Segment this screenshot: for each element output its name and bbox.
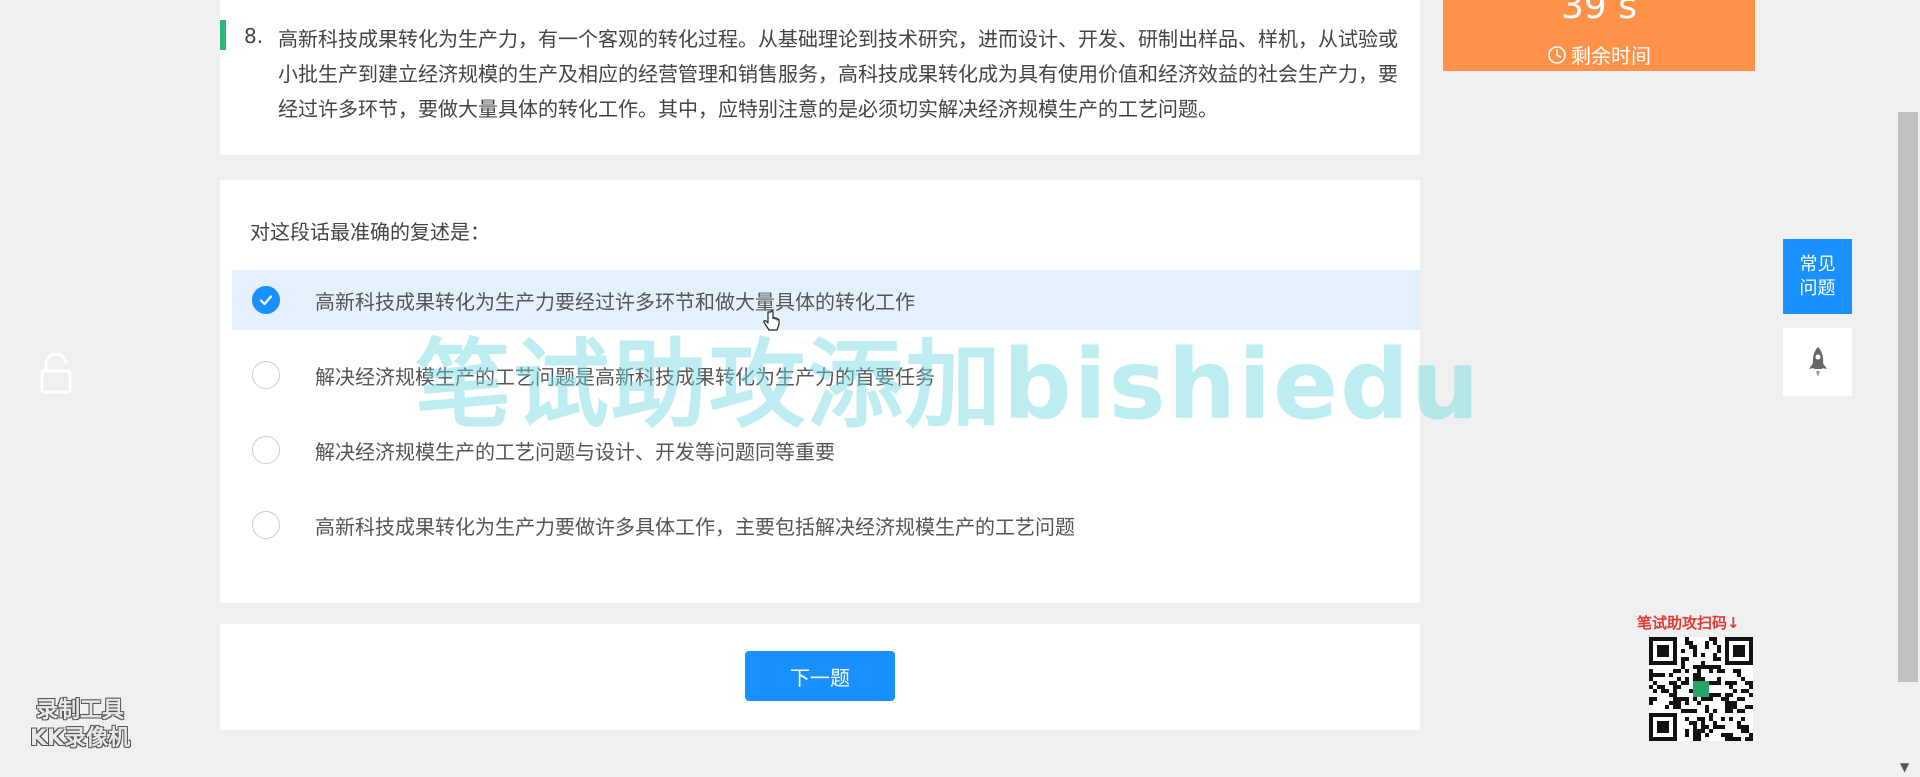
option-c[interactable]: 解决经济规模生产的工艺问题与设计、开发等问题同等重要 (232, 420, 1420, 480)
scroll-down-arrow-icon[interactable]: ▼ (1900, 760, 1909, 774)
radio-unchecked[interactable] (252, 436, 280, 464)
countdown-timer: 39 s 剩余时间 (1443, 0, 1755, 71)
qr-caption: 笔试助攻扫码↓ (1637, 614, 1740, 632)
faq-label: 常见问题 (1799, 253, 1836, 299)
clock-icon (1548, 45, 1566, 64)
option-b[interactable]: 解决经济规模生产的工艺问题是高新科技成果转化为生产力的首要任务 (232, 345, 1420, 405)
scrollbar-thumb[interactable] (1898, 112, 1918, 682)
next-card: 下一题 (220, 624, 1420, 730)
radio-checked[interactable] (252, 286, 280, 314)
radio-unchecked[interactable] (252, 361, 280, 389)
cursor-icon (763, 310, 780, 331)
option-a[interactable]: 高新科技成果转化为生产力要经过许多环节和做大量具体的转化工作 (232, 270, 1420, 330)
question-number: 8. (244, 24, 264, 48)
recorder-logo-line2: KK录像机 (30, 726, 131, 751)
question-marker (220, 20, 226, 50)
recorder-logo-line1: 录制工具 (36, 698, 125, 723)
option-label: 解决经济规模生产的工艺问题与设计、开发等问题同等重要 (315, 439, 835, 464)
option-d[interactable]: 高新科技成果转化为生产力要做许多具体工作，主要包括解决经济规模生产的工艺问题 (232, 495, 1420, 555)
next-question-button[interactable]: 下一题 (745, 651, 895, 701)
option-label: 解决经济规模生产的工艺问题是高新科技成果转化为生产力的首要任务 (315, 364, 935, 389)
rocket-icon (1808, 347, 1827, 377)
check-icon (259, 295, 273, 306)
option-label: 高新科技成果转化为生产力要做许多具体工作，主要包括解决经济规模生产的工艺问题 (315, 514, 1075, 539)
back-to-top-button[interactable] (1783, 328, 1852, 396)
question-prompt: 对这段话最准确的复述是： (250, 220, 490, 244)
radio-unchecked[interactable] (252, 511, 280, 539)
lock-icon[interactable] (38, 352, 74, 394)
faq-button[interactable]: 常见问题 (1783, 239, 1852, 314)
timer-value: 39 s (1560, 0, 1637, 27)
qr-code (1649, 637, 1753, 741)
recorder-logo: 录制工具 KK录像机 (30, 697, 130, 753)
options-card: 对这段话最准确的复述是： 高新科技成果转化为生产力要经过许多环节和做大量具体的转… (220, 180, 1420, 603)
question-text: 高新科技成果转化为生产力，有一个客观的转化过程。从基础理论到技术研究，进而设计、… (278, 27, 1398, 121)
question-card: 8. 高新科技成果转化为生产力，有一个客观的转化过程。从基础理论到技术研究，进而… (220, 0, 1420, 155)
timer-label-row: 剩余时间 (1443, 40, 1755, 69)
timer-label: 剩余时间 (1571, 44, 1651, 68)
option-label: 高新科技成果转化为生产力要经过许多环节和做大量具体的转化工作 (315, 289, 915, 314)
